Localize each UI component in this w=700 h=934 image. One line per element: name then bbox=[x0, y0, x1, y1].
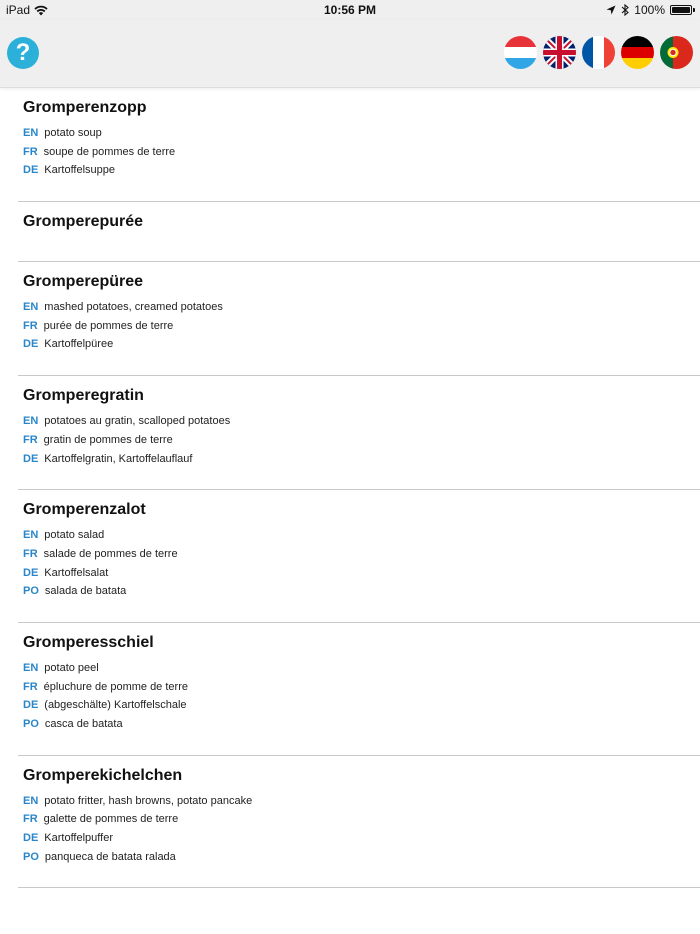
entry-title: Gromperenzalot bbox=[23, 501, 146, 519]
translation-line: FR épluchure de pomme de terre bbox=[23, 678, 700, 697]
translation-text: salade de pommes de terre bbox=[43, 547, 178, 560]
translation-text: panqueca de batata ralada bbox=[44, 850, 176, 863]
translation-text: Kartoffelpuffer bbox=[44, 832, 113, 845]
translation-line: FR salade de pommes de terre bbox=[23, 545, 700, 564]
status-bar: iPad 10:56 PM 100% bbox=[0, 0, 700, 20]
entry-title: Gromperepüree bbox=[23, 273, 144, 291]
translation-text: salada de batata bbox=[44, 585, 127, 598]
battery-percent: 100% bbox=[634, 3, 665, 17]
list-item[interactable]: Gromperenzopp EN potato soup FR soupe de pom… bbox=[18, 88, 700, 203]
translation-text: potato soup bbox=[44, 127, 102, 139]
language-code: EN bbox=[23, 794, 39, 807]
translation-text: casca de batata bbox=[44, 718, 123, 730]
battery-icon bbox=[670, 5, 695, 15]
translation-text: soupe de pommes de terre bbox=[43, 145, 176, 158]
language-code: PO bbox=[23, 718, 39, 730]
language-code: DE bbox=[23, 566, 39, 579]
language-code: PO bbox=[23, 585, 39, 598]
entry-list: Gromperenzopp EN potato soup FR soupe de pom… bbox=[0, 88, 700, 889]
entry-title: Gromperenzopp bbox=[23, 99, 147, 116]
language-code: FR bbox=[23, 319, 38, 332]
entry-title: Gromperepurée bbox=[23, 213, 144, 231]
translation-line: EN potato salad bbox=[23, 526, 700, 545]
translation-line: DE Kartoffelpüree bbox=[23, 335, 700, 354]
translation-text: Kartoffelsalat bbox=[44, 566, 109, 579]
translation-line: FR purée de pommes de terre bbox=[23, 317, 700, 336]
language-code: FR bbox=[23, 680, 38, 693]
flag-united-kingdom-icon[interactable] bbox=[543, 36, 576, 69]
translation-line: PO casca de batata bbox=[23, 715, 700, 734]
translation-line: DE Kartoffelsuppe bbox=[23, 161, 700, 180]
battery-fill bbox=[672, 7, 690, 13]
flag-portugal-icon[interactable] bbox=[660, 36, 693, 69]
entry-title: Gromperekichelchen bbox=[23, 766, 183, 784]
translation-line: EN potatoes au gratin, scalloped potatoes bbox=[23, 412, 700, 431]
translation-line: EN potato peel bbox=[23, 659, 700, 678]
nav-bar: ? bbox=[0, 20, 700, 88]
status-right: 100% bbox=[606, 3, 695, 17]
entry-title: Gromperesschiel bbox=[23, 633, 154, 651]
translation-line: DE Kartoffelsalat bbox=[23, 564, 700, 583]
language-code: DE bbox=[23, 338, 39, 351]
language-flags bbox=[504, 36, 693, 69]
language-code: FR bbox=[23, 547, 38, 560]
translation-line: FR gratin de pommes de terre bbox=[23, 431, 700, 450]
translation-line: PO salada de batata bbox=[23, 582, 700, 601]
translation-text: potatoes au gratin, scalloped potatoes bbox=[44, 415, 231, 428]
flag-luxembourg-icon[interactable] bbox=[504, 36, 537, 69]
language-code: EN bbox=[23, 415, 39, 428]
translation-text: Kartoffelsuppe bbox=[44, 164, 116, 177]
translation-text: épluchure de pomme de terre bbox=[43, 680, 188, 693]
language-code: EN bbox=[23, 127, 39, 139]
list-item[interactable]: Gromperekichelchen EN potato fritter, hash… bbox=[18, 756, 700, 889]
language-code: FR bbox=[23, 433, 38, 446]
translation-line: EN mashed potatoes, creamed potatoes bbox=[23, 298, 700, 317]
translation-text: Kartoffelpüree bbox=[44, 338, 114, 351]
translation-line: DE (abgeschälte) Kartoffelschale bbox=[23, 696, 700, 715]
language-code: FR bbox=[23, 145, 38, 158]
translation-line: FR galette de pommes de terre bbox=[23, 810, 700, 829]
translation-text: mashed potatoes, creamed potatoes bbox=[44, 301, 223, 314]
language-code: DE bbox=[23, 832, 39, 845]
language-code: DE bbox=[23, 699, 39, 712]
translation-line: FR soupe de pommes de terre bbox=[23, 143, 700, 162]
translation-line: DE Kartoffelgratin, Kartoffelauflauf bbox=[23, 450, 700, 469]
bluetooth-icon bbox=[621, 4, 630, 16]
list-item[interactable]: Gromperesschiel EN potato peel FR épluchure … bbox=[18, 623, 700, 756]
list-item[interactable]: Gromperenzalot EN potato salad FR salade de … bbox=[18, 490, 700, 623]
language-code: EN bbox=[23, 661, 39, 674]
translation-text: (abgeschälte) Kartoffelschale bbox=[44, 699, 187, 712]
flag-germany-icon[interactable] bbox=[621, 36, 654, 69]
help-button[interactable]: ? bbox=[7, 37, 39, 69]
entry-title: Gromperegratin bbox=[23, 387, 144, 405]
language-code: DE bbox=[23, 164, 39, 177]
translation-text: potato fritter, hash browns, potato panc… bbox=[44, 794, 253, 807]
translation-line: DE Kartoffelpuffer bbox=[23, 829, 700, 848]
flag-france-icon[interactable] bbox=[582, 36, 615, 69]
list-item[interactable]: Gromperepüree EN mashed potatoes, creamed … bbox=[18, 262, 700, 377]
translation-text: galette de pommes de terre bbox=[43, 813, 179, 826]
translation-text: purée de pommes de terre bbox=[43, 319, 174, 332]
translation-line: PO panqueca de batata ralada bbox=[23, 848, 700, 867]
location-arrow-icon bbox=[606, 5, 616, 15]
translation-text: gratin de pommes de terre bbox=[43, 433, 173, 446]
language-code: EN bbox=[23, 301, 39, 314]
translation-text: potato peel bbox=[44, 661, 99, 674]
language-code: EN bbox=[23, 529, 39, 542]
language-code: DE bbox=[23, 452, 39, 465]
list-item[interactable]: Gromperepurée bbox=[18, 202, 700, 263]
translation-line: EN potato fritter, hash browns, potato pa… bbox=[23, 792, 700, 811]
language-code: PO bbox=[23, 850, 39, 863]
language-code: FR bbox=[23, 813, 38, 826]
translation-line: EN potato soup bbox=[23, 124, 700, 143]
translation-text: potato salad bbox=[44, 529, 105, 542]
list-item[interactable]: Gromperegratin EN potatoes au gratin, scal… bbox=[18, 376, 700, 491]
translation-text: Kartoffelgratin, Kartoffelauflauf bbox=[44, 452, 193, 465]
status-time: 10:56 PM bbox=[323, 3, 377, 17]
